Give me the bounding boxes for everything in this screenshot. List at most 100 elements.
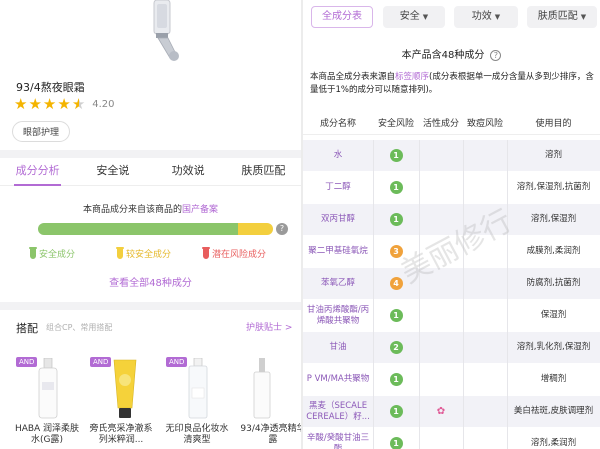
purpose-cell: 溶剂 xyxy=(544,150,562,160)
tab-efficacy[interactable]: 功效说 xyxy=(151,160,226,185)
risk-cell: 2 xyxy=(373,341,419,354)
section-divider xyxy=(0,302,301,310)
test-tube-icon xyxy=(202,247,210,259)
purpose-cell: 美白祛斑,皮肤调理剂 xyxy=(513,406,594,416)
header-active: 活性成分 xyxy=(422,119,459,129)
purpose-cell: 溶剂,乳化剂,保湿剂 xyxy=(516,342,591,352)
safety-distribution-bar xyxy=(38,223,273,235)
ingredient-count: 本产品含48种成分? xyxy=(303,46,600,61)
risk-cell: 1 xyxy=(373,309,419,322)
purpose-cell: 保湿剂 xyxy=(540,310,567,320)
risk-badge: 1 xyxy=(389,309,403,322)
match-product-card[interactable]: AND HABA 润泽柔肤水(G露) xyxy=(15,350,79,449)
risk-badge: 1 xyxy=(389,149,403,162)
header-purpose: 使用目的 xyxy=(535,119,572,129)
table-row[interactable]: 双丙甘醇 1 溶剂,保湿剂 xyxy=(303,204,600,236)
header-name: 成分名称 xyxy=(319,119,356,129)
filter-bar: 全成分表 安全 ▼ 功效 ▼ 肤质匹配 ▼ xyxy=(303,6,600,30)
source-link[interactable]: 国产备案 xyxy=(182,205,218,215)
source-prefix: 本商品成分来自该商品的 xyxy=(82,205,182,215)
ingredient-name[interactable]: 丁二醇 xyxy=(303,182,373,193)
product-name: 93/4熬夜眼霜 xyxy=(16,81,85,94)
table-row[interactable]: 苯氧乙醇 4 防腐剂,抗菌剂 xyxy=(303,268,600,300)
risk-cell: 1 xyxy=(373,437,419,449)
rating-value: 4.20 xyxy=(92,99,115,110)
match-product-card[interactable]: 93/4净透亮精华露 xyxy=(240,350,301,449)
filter-safety[interactable]: 安全 ▼ xyxy=(383,6,445,28)
ingredient-description: 本商品全成分表来源自标签顺序(成分表根据单一成分含量从多到少排序，含量低于1%的… xyxy=(310,72,594,95)
test-tube-icon xyxy=(116,247,124,259)
ingredient-name[interactable]: P VM/MA共聚物 xyxy=(303,374,373,385)
filter-all-ingredients[interactable]: 全成分表 xyxy=(311,6,373,28)
ingredient-name[interactable]: 水 xyxy=(303,150,373,161)
analysis-tabs: 成分分析 安全说 功效说 肤质匹配 xyxy=(0,160,301,186)
column-separator xyxy=(373,140,374,449)
active-cell: ✿ xyxy=(436,406,446,417)
caret-down-icon: ▼ xyxy=(422,13,429,21)
help-icon[interactable]: ? xyxy=(490,50,502,61)
ingredient-name[interactable]: 甘油 xyxy=(303,342,373,353)
risk-cell: 1 xyxy=(373,149,419,162)
product-image xyxy=(153,0,179,61)
risk-badge: 1 xyxy=(389,213,403,226)
legend-safe: 安全成分 xyxy=(29,247,75,260)
test-tube-icon xyxy=(29,247,37,259)
risk-cell: 3 xyxy=(373,245,419,258)
table-row[interactable]: 丁二醇 1 溶剂,保湿剂,抗菌剂 xyxy=(303,172,600,204)
safe-segment xyxy=(38,223,238,235)
medium-segment xyxy=(237,223,273,235)
ingredient-name[interactable]: 辛酸/癸酸甘油三酯 xyxy=(303,433,373,449)
table-row[interactable]: 甘油丙烯酸酯/丙烯酸共聚物 1 保湿剂 xyxy=(303,300,600,332)
match-subtitle: 组合CP、常用搭配 xyxy=(46,323,113,332)
column-separator xyxy=(419,140,420,449)
table-row[interactable]: 水 1 溶剂 xyxy=(303,140,600,172)
table-row[interactable]: 辛酸/癸酸甘油三酯 1 溶剂,柔润剂 xyxy=(303,428,600,449)
filter-skin-match[interactable]: 肤质匹配 ▼ xyxy=(527,6,597,28)
risk-badge: 1 xyxy=(389,437,403,449)
label-order-link[interactable]: 标签顺序 xyxy=(395,72,429,82)
risk-badge: 2 xyxy=(389,341,403,354)
view-all-ingredients-link[interactable]: 查看全部48种成分 xyxy=(0,274,301,289)
risk-badge: 4 xyxy=(389,277,403,290)
table-row[interactable]: 聚二甲基硅氧烷 3 成膜剂,柔润剂 xyxy=(303,236,600,268)
ingredient-table: 水 1 溶剂 丁二醇 1 溶剂,保湿剂,抗菌剂 双丙甘醇 1 溶剂,保湿剂 聚二甲基硅氧烷 3 成膜剂… xyxy=(303,140,600,449)
match-product-name: 93/4净透亮精华露 xyxy=(240,424,301,445)
header-acne: 致痘风险 xyxy=(466,119,503,129)
skincare-tips-link[interactable]: 护肤贴士 > xyxy=(246,320,292,333)
table-row[interactable]: 黑麦（SECALE CEREALE）籽... 1 ✿ 美白祛斑,皮肤调理剂 xyxy=(303,396,600,428)
category-tag[interactable]: 眼部护理 xyxy=(12,121,71,142)
star-icon: ★ xyxy=(42,95,57,113)
match-product-card[interactable]: AND 无印良品化妆水 清爽型 xyxy=(165,350,229,449)
tab-ingredient-analysis[interactable]: 成分分析 xyxy=(0,160,75,186)
caret-down-icon: ▼ xyxy=(494,13,501,21)
header-risk: 安全风险 xyxy=(377,119,414,129)
table-row[interactable]: 甘油 2 溶剂,乳化剂,保湿剂 xyxy=(303,332,600,364)
purpose-cell: 成膜剂,柔润剂 xyxy=(526,246,581,256)
and-badge: AND xyxy=(16,357,38,367)
risk-cell: 1 xyxy=(373,373,419,386)
rating-stars: ★ ★ ★ ★ ★ 4.20 xyxy=(14,96,115,113)
ingredient-name[interactable]: 聚二甲基硅氧烷 xyxy=(303,246,373,257)
tab-skin-match[interactable]: 肤质匹配 xyxy=(226,160,301,185)
help-icon[interactable]: ? xyxy=(276,223,288,235)
star-half-icon: ★ xyxy=(71,95,86,113)
ingredient-name[interactable]: 苯氧乙醇 xyxy=(303,278,373,289)
ingredient-name[interactable]: 黑麦（SECALE CEREALE）籽... xyxy=(303,401,373,423)
ingredient-name[interactable]: 双丙甘醇 xyxy=(303,214,373,225)
tab-safety[interactable]: 安全说 xyxy=(75,160,150,185)
match-product-card[interactable]: AND 旁氏亮采净澈系列米粹润... xyxy=(89,350,153,449)
and-badge: AND xyxy=(166,357,188,367)
risk-badge: 1 xyxy=(389,405,403,418)
star-icon: ★ xyxy=(57,95,71,113)
star-icon: ★ xyxy=(14,95,28,113)
purpose-cell: 防腐剂,抗菌剂 xyxy=(526,278,581,288)
caret-down-icon: ▼ xyxy=(580,13,587,21)
purpose-cell: 溶剂,保湿剂 xyxy=(530,214,577,224)
star-icon: ★ xyxy=(28,95,42,113)
table-row[interactable]: P VM/MA共聚物 1 增稠剂 xyxy=(303,364,600,396)
purpose-cell: 溶剂,保湿剂,抗菌剂 xyxy=(516,182,591,192)
column-separator xyxy=(507,140,508,449)
filter-efficacy[interactable]: 功效 ▼ xyxy=(454,6,518,28)
ingredient-name[interactable]: 甘油丙烯酸酯/丙烯酸共聚物 xyxy=(303,305,373,327)
legend-medium: 较安全成分 xyxy=(116,247,171,260)
